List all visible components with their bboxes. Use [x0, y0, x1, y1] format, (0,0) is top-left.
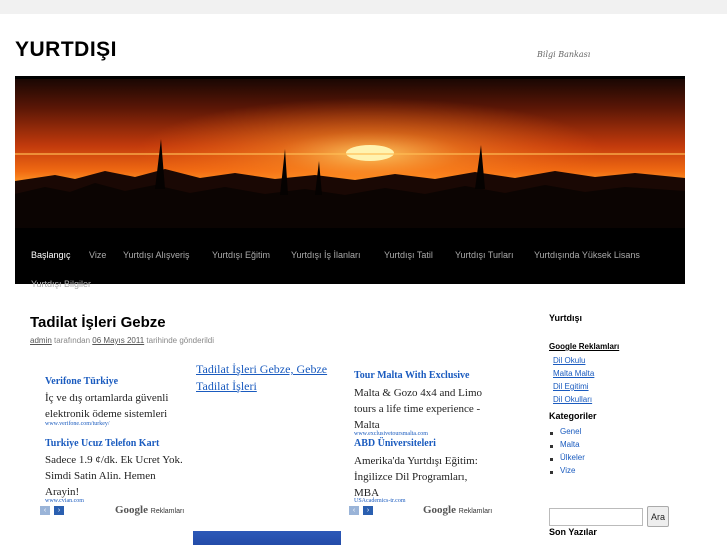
- category-link[interactable]: Genel: [560, 427, 581, 436]
- google-ads-suffix: Reklamları: [458, 508, 493, 515]
- ad-next-button[interactable]: ›: [363, 506, 373, 515]
- ad-next-button[interactable]: ›: [54, 506, 64, 515]
- header-banner-image: [15, 79, 685, 238]
- nav-item-bilgiler[interactable]: Yurtdışı Bilgiler: [31, 279, 91, 289]
- google-logo-text: Google: [115, 504, 148, 516]
- post-date-suffix: tarihinde gönderildi: [146, 336, 215, 345]
- sunset-image: [15, 79, 685, 238]
- ad-title[interactable]: Tour Malta With Exclusive: [354, 370, 469, 381]
- ad-body: Amerika'da Yurtdışı Eğitim: İngilizce Di…: [354, 455, 478, 499]
- google-ads-suffix: Reklamları: [150, 508, 185, 515]
- category-link[interactable]: Ülkeler: [560, 453, 585, 462]
- bullet-icon: [550, 445, 553, 448]
- ad-url[interactable]: www.exclusivetoursmalta.com: [354, 431, 428, 437]
- main-navigation: Başlangıç Vize Yurtdışı Alışveriş Yurtdı…: [15, 228, 685, 289]
- nav-item-baslangic[interactable]: Başlangıç: [31, 250, 71, 260]
- sidebar-ad-link[interactable]: Dil Okulu: [553, 356, 585, 365]
- recent-posts-title: Son Yazılar: [549, 527, 597, 537]
- site-title[interactable]: YURTDIŞI: [15, 38, 117, 62]
- search-input[interactable]: [549, 508, 643, 526]
- google-ads-logo[interactable]: Google Reklamları: [115, 504, 184, 516]
- nav-item-turlari[interactable]: Yurtdışı Turları: [455, 250, 514, 260]
- post-by-text: tarafından: [54, 336, 91, 345]
- nav-item-vize[interactable]: Vize: [89, 250, 106, 260]
- search-button[interactable]: Ara: [647, 506, 669, 527]
- sidebar-ad-link[interactable]: Dil Egitimi: [553, 382, 589, 391]
- bullet-icon: [550, 432, 553, 435]
- sidebar-widget-title: Yurtdışı: [549, 313, 583, 323]
- site-description: Bilgi Bankası: [537, 50, 591, 59]
- google-ads-label[interactable]: Google Reklamları: [549, 342, 619, 351]
- ad-body: Malta & Gozo 4x4 and Limo tours a life t…: [354, 387, 483, 431]
- categories-title: Kategoriler: [549, 411, 597, 421]
- ad-title[interactable]: ABD Üniversiteleri: [354, 438, 436, 449]
- sidebar-ad-link[interactable]: Malta Malta: [553, 369, 594, 378]
- bullet-icon: [550, 471, 553, 474]
- ad-prev-button[interactable]: ‹: [349, 506, 359, 515]
- page-wrapper: YURTDIŞI Bilgi Bankası Başlangıç Vize Yu…: [0, 14, 727, 545]
- ad-body: İç ve dış ortamlarda güvenli elektronik …: [45, 392, 169, 420]
- category-link[interactable]: Malta: [560, 440, 580, 449]
- nav-item-egitim[interactable]: Yurtdışı Eğitim: [212, 250, 270, 260]
- ad-prev-button[interactable]: ‹: [40, 506, 50, 515]
- category-link[interactable]: Vize: [560, 466, 575, 475]
- ad-title[interactable]: Verifone Türkiye: [45, 376, 118, 387]
- nav-item-alisveris[interactable]: Yurtdışı Alışveriş: [123, 250, 190, 260]
- google-ads-logo[interactable]: Google Reklamları: [423, 504, 492, 516]
- post-author-link[interactable]: admin: [30, 336, 52, 345]
- nav-item-yuksek-lisans[interactable]: Yurtdışında Yüksek Lisans: [534, 250, 640, 260]
- post-title[interactable]: Tadilat İşleri Gebze: [30, 314, 166, 331]
- post-meta: admin tarafından 06 Mayıs 2011 tarihinde…: [30, 336, 214, 345]
- link-unit[interactable]: Tadilat İşleri Gebze, Gebze Tadilat İşle…: [196, 361, 341, 395]
- post-date-link[interactable]: 06 Mayıs 2011: [92, 336, 144, 345]
- ad-url[interactable]: www.cvian.com: [45, 498, 84, 504]
- nav-item-is-ilanlari[interactable]: Yurtdışı İş İlanları: [291, 250, 361, 260]
- ad-url[interactable]: USAcademics-tr.com: [354, 498, 406, 504]
- top-bar: [0, 0, 727, 14]
- ad-title[interactable]: Turkiye Ucuz Telefon Kart: [45, 438, 159, 449]
- ad-body: Sadece 1.9 ¢/dk. Ek Ucret Yok. Simdi Sat…: [45, 454, 183, 498]
- google-logo-text: Google: [423, 504, 456, 516]
- banner-ad[interactable]: [193, 531, 341, 545]
- sidebar-ad-link[interactable]: Dil Okulları: [553, 395, 592, 404]
- ad-url[interactable]: www.verifone.com/turkey/: [45, 421, 110, 427]
- nav-item-tatil[interactable]: Yurtdışı Tatil: [384, 250, 433, 260]
- bullet-icon: [550, 458, 553, 461]
